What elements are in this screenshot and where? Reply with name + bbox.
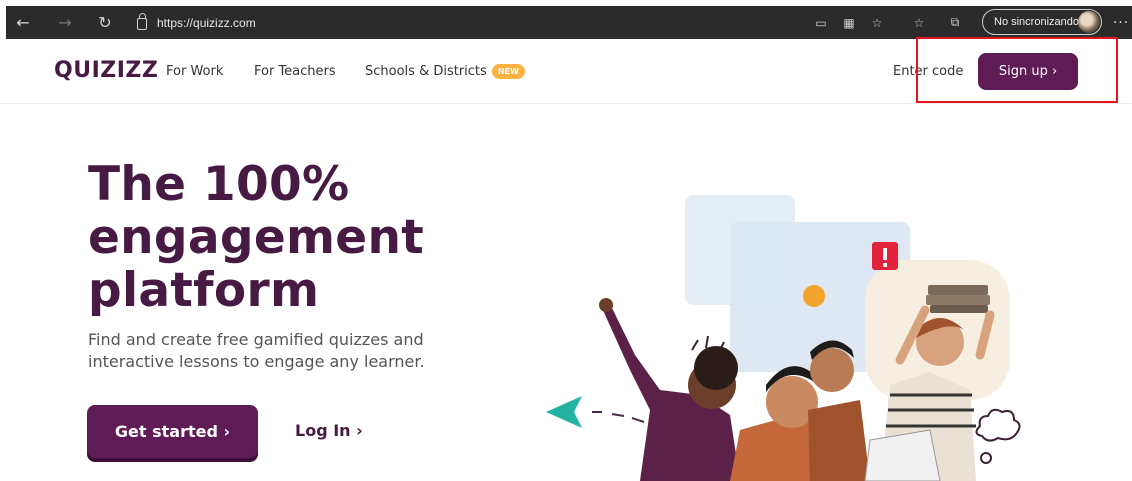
lock-icon [137,12,147,30]
hero-illustration [540,180,1132,481]
nav-link-schools-districts[interactable]: Schools & Districts NEW [365,64,525,79]
browser-chrome: ← → ↻ https://quizizz.com ▭ ▦ ☆ ☆ ⧉ No s… [0,0,1132,40]
favorite-icon[interactable]: ☆ [864,6,890,39]
nav-link-label: Schools & Districts [365,64,487,79]
favorites-bar-icon[interactable]: ☆ [906,6,932,39]
new-badge: NEW [491,64,525,79]
highlight-box [916,37,1118,103]
quizizz-logo[interactable]: QUIZIZZ [54,58,158,83]
hero-title: The 100% engagement platform [88,158,468,317]
paper-plane-icon [546,396,582,428]
hero-subtitle: Find and create free gamified quizzes an… [88,330,425,371]
forward-icon[interactable]: → [50,6,80,39]
students-illustration [546,242,1021,481]
nav-link-for-teachers[interactable]: For Teachers [254,64,336,79]
get-started-button[interactable]: Get started › [87,405,258,458]
avatar [1078,11,1100,33]
reload-icon[interactable]: ↻ [90,6,120,39]
apps-icon[interactable]: ▦ [836,6,862,39]
collections-icon[interactable]: ⧉ [942,6,968,39]
hero-title-line: platform [88,263,320,318]
profile-label: No sincronizando [994,16,1079,28]
login-link[interactable]: Log In › [295,421,363,440]
browser-toolbar: ← → ↻ https://quizizz.com ▭ ▦ ☆ ☆ ⧉ No s… [6,6,1132,39]
hero-title-line: engagement [88,210,424,265]
reader-mode-icon[interactable]: ▭ [808,6,834,39]
more-options-icon[interactable]: ··· [1110,6,1132,39]
profile-button[interactable]: No sincronizando [982,9,1102,35]
hero-title-line: The 100% [88,157,350,212]
lightbulb-icon [803,285,825,307]
url-text: https://quizizz.com [157,15,256,30]
address-bar[interactable]: https://quizizz.com [137,6,256,39]
nav-link-for-work[interactable]: For Work [166,64,223,79]
back-icon[interactable]: ← [8,6,38,39]
